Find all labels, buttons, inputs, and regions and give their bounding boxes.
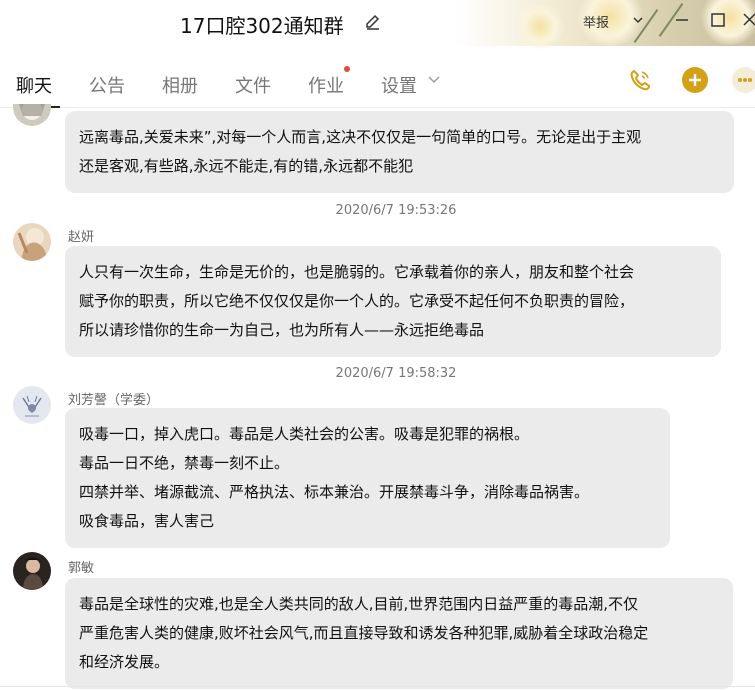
- tab-homework[interactable]: 作业: [308, 72, 344, 98]
- report-link[interactable]: 举报: [583, 12, 609, 31]
- tab-chat[interactable]: 聊天: [16, 72, 52, 98]
- add-icon[interactable]: [681, 66, 709, 94]
- avatar[interactable]: [13, 552, 51, 590]
- message-line: 毒品一日不绝，禁毒一刻不止。: [79, 454, 290, 472]
- avatar[interactable]: [13, 104, 51, 126]
- message-bubble: 人只有一次生命，生命是无价的，也是脆弱的。它承载着你的亲人，朋友和整个社会 赋予…: [65, 246, 721, 357]
- minimize-icon[interactable]: [672, 10, 692, 30]
- message-line: 人只有一次生命，生命是无价的，也是脆弱的。它承载着你的亲人，朋友和整个社会: [79, 263, 635, 281]
- close-icon[interactable]: [740, 10, 755, 30]
- tab-settings[interactable]: 设置: [381, 72, 417, 98]
- sender-name: 郭敏: [68, 561, 95, 576]
- homework-notification-dot: [344, 66, 350, 72]
- more-icon[interactable]: [731, 66, 755, 94]
- message-line: 四禁并举、堵源截流、严格执法、标本兼治。开展禁毒斗争，消除毒品祸害。: [79, 483, 590, 501]
- message-bubble: 毒品是全球性的灾难,也是全人类共同的敌人,目前,世界范围内日益严重的毒品潮,不仅…: [65, 578, 733, 689]
- message-line: 赋予你的职责，所以它绝不仅仅仅是你一个人的。它承受不起任何不负职责的冒险，: [79, 292, 635, 310]
- maximize-icon[interactable]: [708, 10, 728, 30]
- edit-title-icon[interactable]: [364, 13, 382, 31]
- message-line: 所以请珍惜你的生命一为自己，也为所有人——永远拒绝毒品: [79, 321, 485, 339]
- phone-call-icon[interactable]: [626, 66, 654, 94]
- message-bubble: 吸毒一口，掉入虎口。毒品是人类社会的公害。吸毒是犯罪的祸根。 毒品一日不绝，禁毒…: [65, 408, 670, 548]
- message-line: 还是客观,有些路,永远不能走,有的错,永远都不能犯: [79, 157, 414, 175]
- sender-name: 赵妍: [68, 230, 95, 245]
- input-area-divider: [0, 686, 755, 687]
- message-bubble: 远离毒品,关爱未来”,对每一个人而言,这决不仅仅是一句简单的口号。无论是出于主观…: [65, 111, 734, 193]
- chevron-down-icon[interactable]: [428, 76, 440, 84]
- group-title: 17口腔302通知群: [180, 14, 344, 38]
- title-bar: 17口腔302通知群 举报: [0, 0, 755, 49]
- avatar[interactable]: [13, 386, 51, 424]
- minimize-window-icon[interactable]: [628, 10, 648, 30]
- tab-album[interactable]: 相册: [162, 72, 198, 98]
- tab-announcement[interactable]: 公告: [89, 72, 125, 98]
- message-line: 严重危害人类的健康,败坏社会风气,而且直接导致和诱发各种犯罪,威胁着全球政治稳定: [79, 624, 649, 642]
- avatar[interactable]: [13, 223, 51, 261]
- message-line: 远离毒品,关爱未来”,对每一个人而言,这决不仅仅是一句简单的口号。无论是出于主观: [79, 128, 642, 146]
- tab-files[interactable]: 文件: [235, 72, 271, 98]
- message-line: 吸食毒品，害人害己: [79, 512, 215, 530]
- message-line: 毒品是全球性的灾难,也是全人类共同的敌人,目前,世界范围内日益严重的毒品潮,不仅: [79, 595, 639, 613]
- message-line: 吸毒一口，掉入虎口。毒品是人类社会的公害。吸毒是犯罪的祸根。: [79, 425, 530, 443]
- sender-name: 刘芳謦（学委）: [68, 393, 160, 408]
- message-timestamp: 2020/6/7 19:58:32: [335, 366, 457, 381]
- message-line: 和经济发展。: [79, 653, 170, 671]
- message-timestamp: 2020/6/7 19:53:26: [335, 203, 457, 218]
